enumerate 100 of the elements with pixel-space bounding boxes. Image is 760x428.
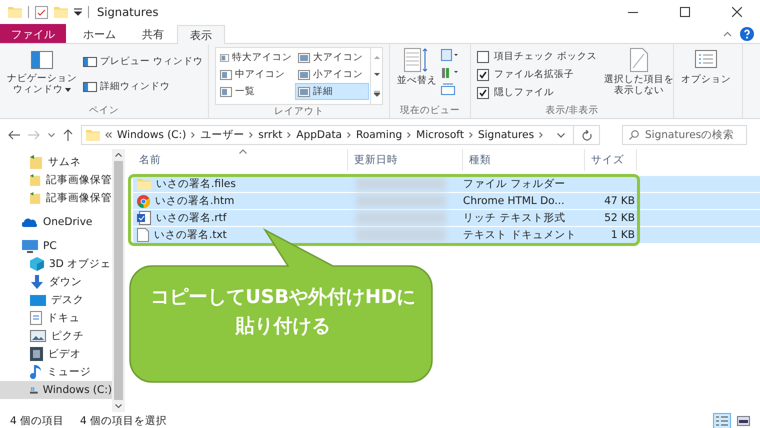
chevron-right-icon[interactable] [191, 132, 196, 138]
group-by-icon[interactable] [441, 49, 459, 61]
group-label: 表示/非表示 [544, 104, 600, 118]
nav-item[interactable]: サムネ [0, 153, 112, 171]
checkbox[interactable] [477, 86, 489, 98]
refresh-button[interactable] [574, 125, 600, 145]
file-name: いさの署名.htm [155, 194, 234, 208]
options-button[interactable]: オプション [680, 47, 732, 118]
checkbox-option[interactable]: 隠しファイル [477, 85, 598, 100]
nav-item[interactable]: PC [0, 237, 112, 255]
column-header[interactable]: 更新日時 [348, 149, 463, 171]
new-folder-icon [54, 6, 68, 18]
folder-icon [30, 155, 43, 169]
breadcrumb-segment[interactable]: Windows (C:) [117, 129, 186, 141]
ribbon-tab[interactable]: ホーム [70, 24, 129, 43]
nav-item[interactable]: OneDrive [0, 213, 112, 231]
view-icon [220, 70, 232, 80]
collapse-ribbon-icon[interactable] [723, 30, 732, 36]
ribbon-tab[interactable]: 共有 [129, 24, 177, 43]
add-columns-icon[interactable] [441, 66, 459, 78]
thumbnail-icon [736, 416, 750, 426]
file-name: いさの署名.rtf [156, 211, 226, 225]
chevron-right-icon[interactable] [468, 132, 473, 138]
pane-icon [83, 56, 97, 66]
ribbon-tab[interactable]: 表示 [177, 25, 225, 44]
hide-selected-button[interactable]: 選択した項目を 表示しない [603, 47, 676, 104]
breadcrumb-segment[interactable]: Signatures [478, 129, 534, 141]
nav-item[interactable]: ビデオ [0, 345, 112, 363]
chevron-right-icon[interactable] [249, 132, 254, 138]
close-icon [732, 7, 742, 17]
breadcrumb-segment[interactable]: ユーザー [200, 128, 244, 142]
pane-layout-icon [31, 51, 53, 69]
preview-pane-button[interactable]: プレビュー ウィンドウ [80, 53, 206, 70]
file-row[interactable]: いさの署名.htm Chrome HTML Do... 47 KB [133, 193, 760, 209]
more-icon[interactable] [374, 91, 380, 97]
breadcrumb-segment[interactable]: Microsoft [416, 129, 464, 141]
search-field[interactable]: Signaturesの検索 [622, 125, 747, 145]
document-icon [30, 311, 42, 325]
chevron-right-icon[interactable] [407, 132, 412, 138]
chevron-down-icon[interactable] [48, 132, 55, 138]
breadcrumb-segment[interactable]: Roaming [356, 129, 402, 141]
column-header[interactable]: 種類 [463, 149, 585, 171]
fit-columns-icon[interactable] [441, 83, 455, 95]
scroll-up-icon[interactable] [115, 153, 122, 157]
maximize-icon [680, 7, 690, 17]
folder-icon [86, 129, 100, 141]
layout-option[interactable]: 大アイコン [295, 49, 369, 66]
hidden-file-icon [630, 48, 648, 72]
back-arrow-icon[interactable] [8, 130, 20, 140]
view-icon [298, 86, 310, 96]
layout-option[interactable]: 詳細 [295, 83, 369, 100]
chevron-down-icon[interactable] [557, 132, 565, 138]
layout-option[interactable]: 特大アイコン [217, 49, 295, 66]
list-icon [716, 416, 728, 426]
chevron-right-icon[interactable] [347, 132, 351, 138]
nav-item[interactable]: 3D オブジェ [0, 255, 112, 273]
group-label: 現在のビュー [399, 104, 461, 118]
thumbnail-view-button[interactable] [734, 413, 752, 428]
nav-item[interactable]: ピクチ [0, 327, 112, 345]
checkbox[interactable] [477, 68, 489, 80]
scroll-down-icon[interactable] [374, 73, 380, 77]
file-row[interactable]: いさの署名.files ファイル フォルダー [133, 176, 760, 192]
details-pane-button[interactable]: 詳細ウィンドウ [80, 78, 206, 95]
navigation-pane-button[interactable]: ナビゲーション ウィンドウ [6, 47, 78, 104]
file-type: テキスト ドキュメント [463, 228, 578, 242]
checkbox[interactable] [477, 50, 489, 62]
breadcrumb-segment[interactable]: AppData [296, 129, 342, 141]
chevron-right-icon[interactable] [287, 132, 292, 138]
nav-item[interactable]: 記事画像保管 [0, 171, 112, 189]
nav-item[interactable]: ドキュ [0, 309, 112, 327]
layout-option[interactable]: 中アイコン [217, 66, 295, 83]
file-row[interactable]: いさの署名.rtf リッチ テキスト形式 52 KB [133, 210, 760, 226]
nav-item[interactable]: デスク [0, 291, 112, 309]
breadcrumb-segment[interactable]: srrkt [258, 129, 282, 141]
ribbon-tab[interactable]: ファイル [0, 24, 66, 43]
nav-item[interactable]: Windows (C:) [0, 381, 112, 399]
file-row[interactable]: いさの署名.txt テキスト ドキュメント 1 KB [133, 227, 760, 243]
checkbox-option[interactable]: ファイル名拡張子 [477, 67, 598, 82]
column-header[interactable]: サイズ [585, 149, 637, 171]
layout-option[interactable]: 小アイコン [295, 66, 369, 83]
layout-option[interactable]: 一覧 [217, 83, 295, 100]
file-name: いさの署名.files [156, 177, 236, 191]
details-view-button[interactable] [713, 413, 731, 428]
scroll-down-icon[interactable] [115, 404, 122, 408]
overflow-chevron-icon[interactable] [105, 132, 112, 138]
column-header[interactable]: 名前 [133, 149, 348, 171]
chevron-right-icon[interactable] [539, 132, 544, 138]
pane-icon [83, 82, 97, 92]
up-arrow-icon[interactable] [63, 129, 73, 141]
nav-item[interactable]: 記事画像保管 [0, 189, 112, 207]
properties-icon[interactable] [35, 6, 48, 18]
address-bar[interactable]: Windows (C:) ユーザー srrkt AppData Roaming Microsoft Signatures [81, 125, 574, 145]
nav-item[interactable]: ミュージ [0, 363, 112, 381]
dropdown-icon[interactable] [74, 8, 82, 16]
search-icon [629, 130, 639, 140]
help-icon[interactable] [740, 26, 754, 40]
sort-button[interactable]: 並べ替え [396, 47, 438, 104]
scrollbar[interactable] [112, 149, 125, 412]
checkbox-option[interactable]: 項目チェック ボックス [477, 49, 598, 64]
nav-item[interactable]: ダウン [0, 273, 112, 291]
